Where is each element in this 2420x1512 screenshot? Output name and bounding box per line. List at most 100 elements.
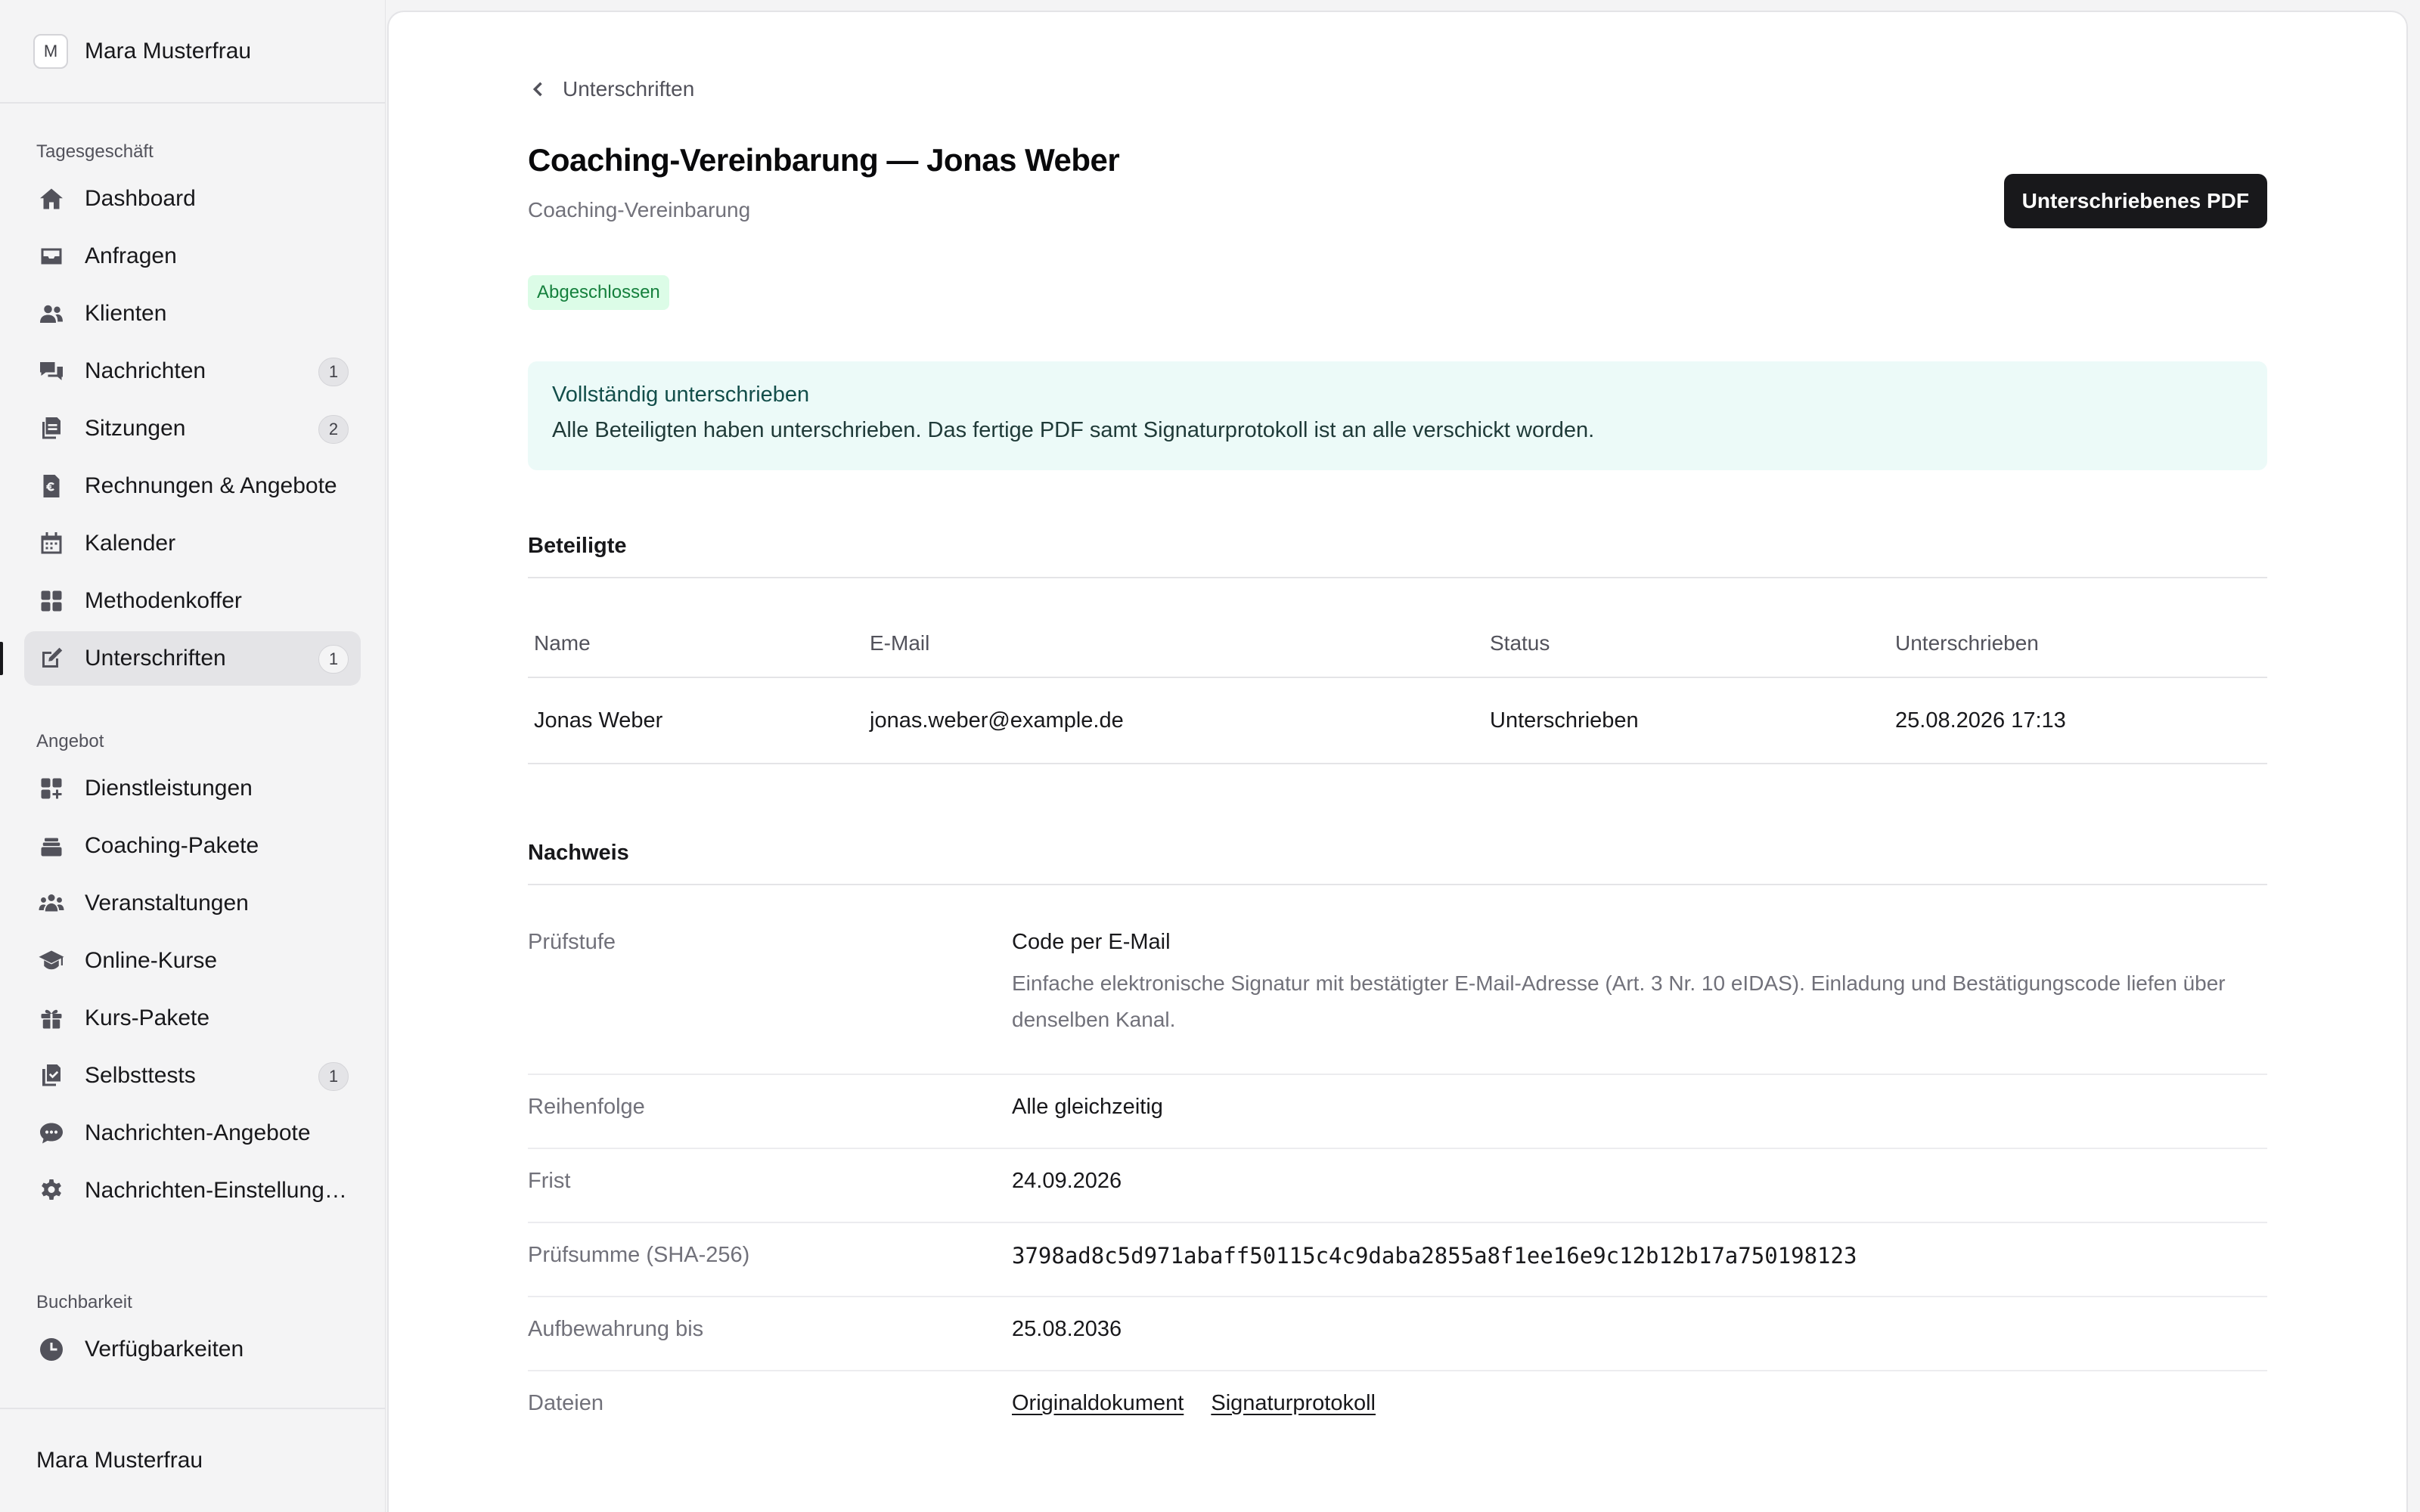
workspace-name: Mara Musterfrau — [85, 38, 252, 64]
participant-email: jonas.weber@example.de — [864, 677, 1484, 764]
proof-row-level: Prüfstufe Code per E-Mail Einfache elekt… — [528, 910, 2267, 1075]
gift-icon — [36, 1003, 67, 1033]
sidebar-item-label: Kurs-Pakete — [85, 1005, 210, 1030]
column-header-email: E-Mail — [864, 609, 1484, 678]
proof-checksum-value: 3798ad8c5d971abaff50115c4c9daba2855a8f1e… — [1012, 1243, 1857, 1269]
sidebar-group-label: Tagesgeschäft — [36, 141, 154, 162]
sidebar-item-methodenkoffer[interactable]: Methodenkoffer — [24, 574, 361, 628]
signature-log-link[interactable]: Signaturprotokoll — [1211, 1391, 1376, 1415]
proof-order-label: Reihenfolge — [528, 1095, 645, 1119]
count-badge: 1 — [318, 1062, 349, 1091]
sidebar-item-kurs-pakete[interactable]: Kurs-Pakete — [24, 991, 361, 1046]
proof-row-order: Reihenfolge Alle gleichzeitig — [528, 1075, 2267, 1149]
original-document-link[interactable]: Originaldokument — [1012, 1391, 1184, 1415]
proof-section-title: Nachweis — [528, 841, 2267, 885]
sidebar-item-selbsttests[interactable]: Selbsttests 1 — [24, 1049, 361, 1103]
sidebar-group-label: Buchbarkeit — [36, 1292, 132, 1312]
sidebar-item-label: Methodenkoffer — [85, 588, 242, 613]
sidebar-item-online-kurse[interactable]: Online-Kurse — [24, 934, 361, 988]
sidebar-item-klienten[interactable]: Klienten — [24, 287, 361, 341]
sidebar-item-anfragen[interactable]: Anfragen — [24, 229, 361, 284]
sidebar-item-label: Klienten — [85, 301, 167, 326]
calendar-icon — [36, 528, 67, 559]
sidebar-item-nachrichten[interactable]: Nachrichten 1 — [24, 344, 361, 398]
sidebar-item-label: Selbsttests — [85, 1063, 196, 1088]
sidebar: M Mara Musterfrau Tagesgeschäft Dashboard… — [0, 0, 386, 1512]
participants-table: Name E-Mail Status Unterschrieben Jonas … — [528, 609, 2267, 764]
proof-checksum-label: Prüfsumme (SHA-256) — [528, 1243, 750, 1267]
graduation-cap-icon — [36, 946, 67, 976]
count-badge: 2 — [318, 415, 349, 444]
grid-plus-icon — [36, 773, 67, 804]
signature-edit-icon — [36, 643, 67, 674]
sidebar-item-label: Unterschriften — [85, 646, 226, 671]
proof-files-label: Dateien — [528, 1391, 603, 1415]
gear-icon — [36, 1176, 67, 1206]
sidebar-item-unterschriften[interactable]: Unterschriften 1 — [0, 631, 361, 686]
sidebar-item-label: Rechnungen & Angebote — [85, 473, 337, 498]
home-icon — [36, 184, 67, 214]
sidebar-item-label: Veranstaltungen — [85, 891, 249, 916]
participants-section-title: Beteiligte — [528, 534, 2267, 578]
sidebar-item-label: Sitzungen — [85, 416, 186, 441]
back-link-label: Unterschriften — [563, 77, 695, 101]
column-header-signed-at: Unterschrieben — [1889, 609, 2267, 678]
proof-deadline-value: 24.09.2026 — [1012, 1169, 1122, 1193]
sidebar-item-veranstaltungen[interactable]: Veranstaltungen — [24, 876, 361, 931]
sidebar-item-label: Nachrichten-Einstellungen — [85, 1178, 349, 1203]
speech-bubble-icon — [36, 1118, 67, 1148]
sidebar-item-coaching-pakete[interactable]: Coaching-Pakete — [24, 819, 361, 873]
sidebar-item-rechnungen-and-angebote[interactable]: Rechnungen & Angebote — [24, 459, 361, 513]
notice-text: Alle Beteiligten haben unterschrieben. D… — [552, 418, 1595, 442]
sidebar-item-label: Online-Kurse — [85, 948, 218, 973]
proof-row-files: Dateien Originaldokument Signaturprotoko… — [528, 1371, 2267, 1445]
chevron-left-icon — [532, 82, 542, 97]
sidebar-item-dashboard[interactable]: Dashboard — [24, 172, 361, 226]
sidebar-item-nachrichten-einstellungen[interactable]: Nachrichten-Einstellungen — [24, 1163, 361, 1218]
count-badge: 1 — [318, 358, 349, 386]
proof-row-deadline: Frist 24.09.2026 — [528, 1149, 2267, 1223]
sidebar-item-dienstleistungen[interactable]: Dienstleistungen — [24, 761, 361, 816]
page-subtitle: Coaching-Vereinbarung — [528, 198, 751, 222]
proof-row-retention: Aufbewahrung bis 25.08.2036 — [528, 1297, 2267, 1371]
column-header-status: Status — [1484, 609, 1889, 678]
proof-level-description: Einfache elektronische Signatur mit best… — [1012, 971, 2226, 1031]
proof-level-value: Code per E-Mail — [1012, 930, 1171, 954]
group-icon — [36, 888, 67, 919]
workspace-switcher[interactable]: M Mara Musterfrau — [0, 0, 385, 104]
sidebar-item-nachrichten-angebote[interactable]: Nachrichten-Angebote — [24, 1106, 361, 1160]
proof-retention-label: Aufbewahrung bis — [528, 1317, 704, 1341]
clock-icon — [36, 1334, 67, 1365]
grid-icon — [36, 586, 67, 616]
completion-notice: Vollständig unterschrieben Alle Beteilig… — [528, 361, 2267, 470]
sidebar-item-verfuegbarkeiten[interactable]: Verfügbarkeiten — [24, 1322, 361, 1377]
count-badge: 1 — [318, 645, 349, 674]
workspace-avatar: M — [33, 33, 68, 69]
notice-title: Vollständig unterschrieben — [552, 383, 810, 407]
page-title: Coaching-Vereinbarung — Jonas Weber — [528, 142, 1120, 178]
checklist-icon — [36, 1061, 67, 1091]
proof-row-checksum: Prüfsumme (SHA-256) 3798ad8c5d971abaff50… — [528, 1223, 2267, 1297]
column-header-name: Name — [528, 609, 864, 678]
sidebar-group-label: Angebot — [36, 731, 104, 751]
sidebar-item-kalender[interactable]: Kalender — [24, 516, 361, 571]
status-badge: Abgeschlossen — [528, 275, 669, 310]
table-header-row: Name E-Mail Status Unterschrieben — [528, 609, 2267, 678]
proof-order-value: Alle gleichzeitig — [1012, 1095, 1163, 1119]
sidebar-item-label: Nachrichten-Angebote — [85, 1120, 311, 1145]
sidebar-nav[interactable]: Tagesgeschäft Dashboard Anfragen Klienten Na… — [0, 105, 385, 1408]
participant-status: Unterschrieben — [1484, 677, 1889, 764]
proof-retention-value: 25.08.2036 — [1012, 1317, 1122, 1341]
sidebar-item-label: Nachrichten — [85, 358, 206, 383]
proof-deadline-label: Frist — [528, 1169, 571, 1193]
stack-icon — [36, 831, 67, 861]
sidebar-item-label: Dashboard — [85, 186, 196, 211]
signed-pdf-button[interactable]: Unterschriebenes PDF — [2003, 174, 2267, 228]
inbox-icon — [36, 241, 67, 271]
sidebar-item-label: Verfügbarkeiten — [85, 1337, 244, 1362]
users-icon — [36, 299, 67, 329]
sidebar-item-sitzungen[interactable]: Sitzungen 2 — [24, 401, 361, 456]
back-link[interactable]: Unterschriften — [528, 77, 694, 101]
sidebar-footer-user[interactable]: Mara Musterfrau — [0, 1408, 385, 1512]
participant-signed-at: 25.08.2026 17:13 — [1889, 677, 2267, 764]
